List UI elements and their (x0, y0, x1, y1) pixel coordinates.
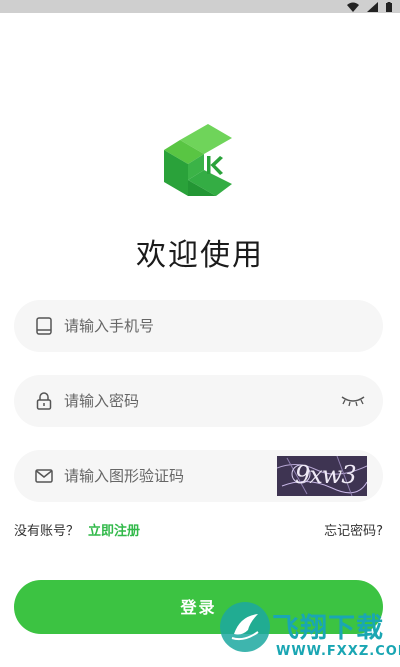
watermark-logo-icon (220, 602, 270, 652)
captcha-image[interactable]: 9xw3 (277, 456, 367, 496)
phone-icon (36, 317, 52, 335)
app-logo (164, 124, 232, 196)
status-bar (0, 0, 400, 13)
watermark-url: WWW.FXXZ.COM (276, 644, 400, 659)
forgot-password-link[interactable]: 忘记密码? (324, 520, 383, 539)
battery-icon (386, 1, 392, 12)
lock-icon (36, 392, 52, 410)
captcha-text: 9xw3 (295, 461, 357, 489)
captcha-field[interactable]: 9xw3 (14, 450, 383, 502)
signal-icon (367, 1, 378, 12)
watermark-name: 飞翔下载 (272, 613, 384, 644)
phone-field[interactable] (14, 300, 383, 352)
status-icons (347, 1, 392, 12)
auth-links: 没有账号？ 立即注册 忘记密码? (14, 520, 383, 540)
welcome-title: 欢迎使用 (136, 238, 264, 273)
eye-closed-icon[interactable] (341, 394, 365, 408)
envelope-icon (35, 469, 53, 483)
watermark: 飞翔下载 WWW.FXXZ.COM (212, 600, 400, 667)
wifi-icon (347, 2, 359, 12)
captcha-input[interactable] (64, 450, 254, 502)
password-field[interactable] (14, 375, 383, 427)
no-account-label: 没有账号？ (14, 524, 80, 539)
register-link[interactable]: 立即注册 (88, 520, 140, 539)
password-input[interactable] (64, 375, 264, 427)
phone-input[interactable] (64, 300, 264, 352)
